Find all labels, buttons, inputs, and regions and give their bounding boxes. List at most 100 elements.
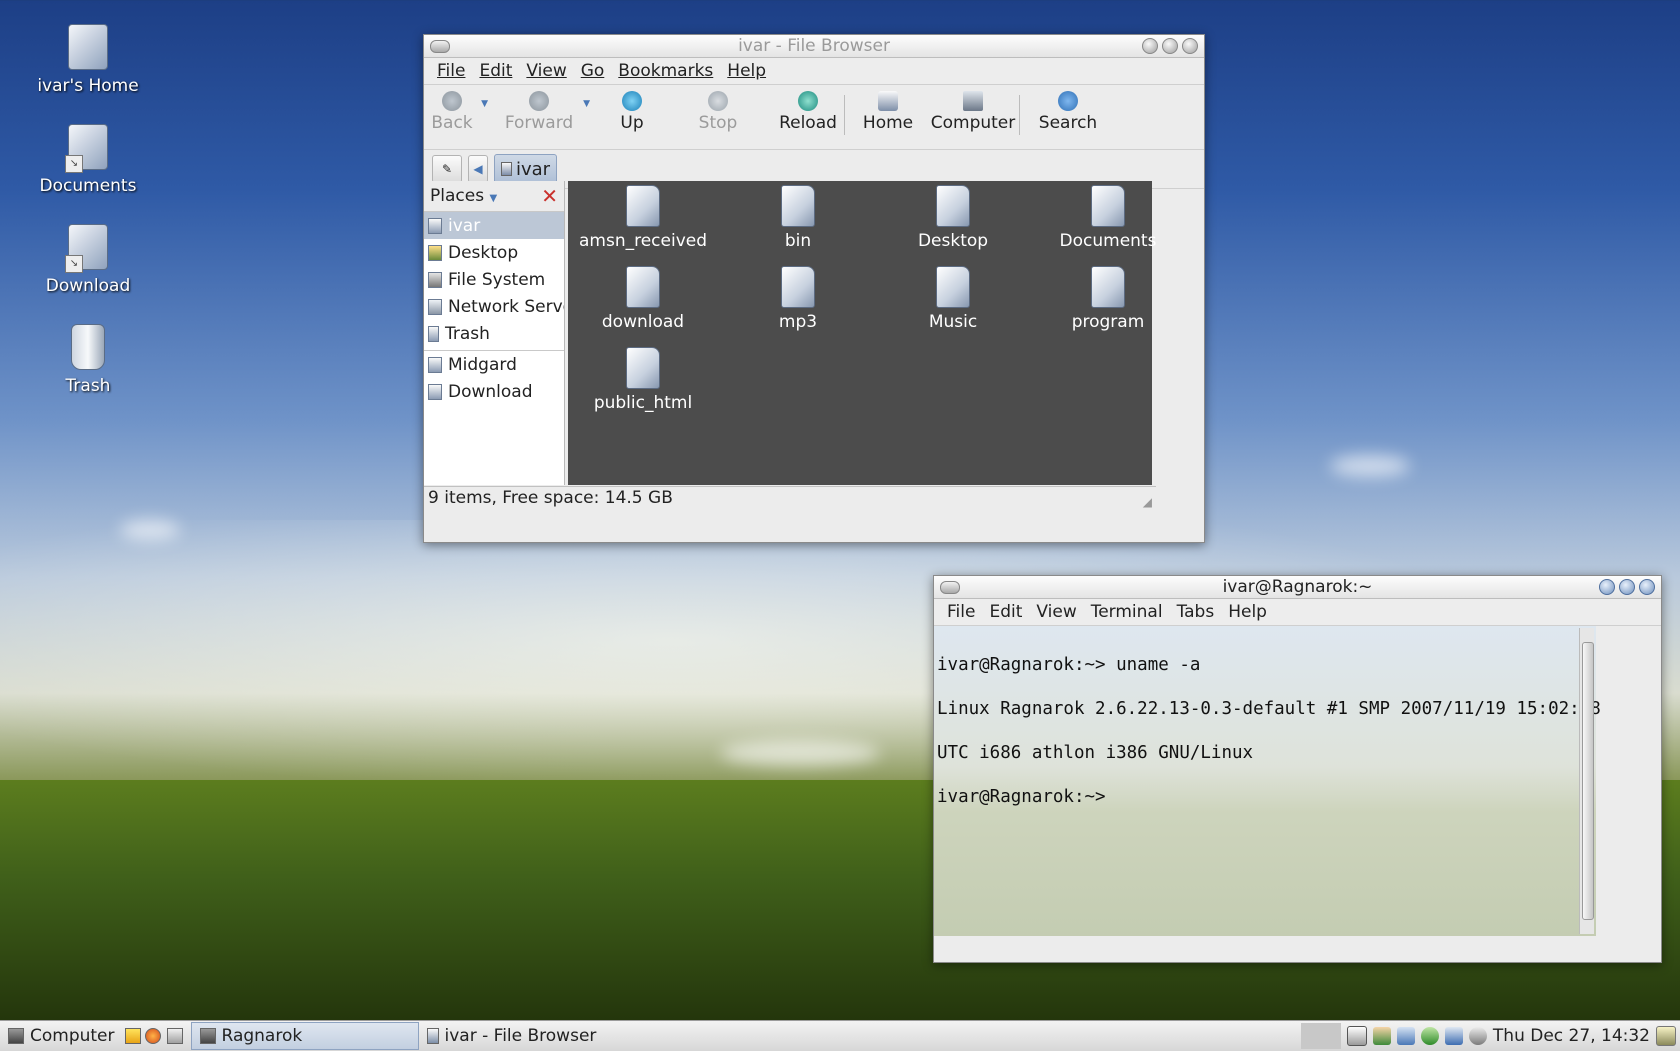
close-button[interactable] [1639, 579, 1655, 595]
desktop-icon [428, 244, 442, 261]
notification-icon[interactable] [1656, 1026, 1676, 1046]
menu-view[interactable]: View [519, 61, 573, 81]
menu-file[interactable]: File [940, 602, 982, 622]
minimize-button[interactable] [1142, 38, 1158, 54]
file-browser-titlebar[interactable]: ivar - File Browser [424, 35, 1204, 58]
workspace-switcher[interactable] [1300, 1023, 1341, 1049]
update-icon[interactable] [1396, 1027, 1415, 1045]
up-button[interactable]: Up [612, 91, 652, 133]
terminal-icon [199, 1028, 216, 1044]
file-item[interactable]: bin [723, 185, 873, 251]
back-button[interactable]: Back ▼ [431, 91, 488, 133]
search-button[interactable]: Search [1038, 91, 1098, 133]
sidebar-item-file-system[interactable]: File System [424, 266, 564, 293]
desktop-icon-documents[interactable]: ↘ Documents [28, 124, 148, 196]
terminal-titlebar[interactable]: ivar@Ragnarok:~ [934, 576, 1661, 599]
mail-launcher-icon[interactable] [166, 1028, 183, 1044]
file-browser-menubar: File Edit View Go Bookmarks Help [424, 58, 1204, 85]
close-button[interactable] [1182, 38, 1198, 54]
task-label: ivar - File Browser [444, 1026, 597, 1046]
maximize-button[interactable] [1162, 38, 1178, 54]
chevron-down-icon[interactable]: ▼ [481, 99, 488, 109]
network-manager-icon[interactable] [1420, 1027, 1439, 1045]
desktop-icon-home[interactable]: ivar's Home [28, 24, 148, 96]
places-label: Places [430, 186, 485, 206]
menu-view[interactable]: View [1029, 602, 1083, 622]
file-browser-window: ivar - File Browser File Edit View Go Bo… [423, 34, 1205, 543]
menu-help[interactable]: Help [720, 61, 773, 81]
folder-link-icon: ↘ [65, 224, 108, 273]
terminal-scrollbar[interactable] [1579, 628, 1594, 934]
reload-button[interactable]: Reload [778, 91, 838, 133]
clock[interactable]: Thu Dec 27, 14:32 [1493, 1026, 1650, 1046]
desktop-icon-download[interactable]: ↘ Download [28, 224, 148, 296]
forward-button[interactable]: Forward ▼ [504, 91, 590, 133]
sidebar-item-label: Network Servers [448, 296, 564, 317]
home-button[interactable]: Home [863, 91, 913, 133]
chevron-left-icon: ◀ [473, 162, 483, 176]
volume-icon[interactable] [1468, 1027, 1487, 1045]
folder-link-icon: ↘ [65, 124, 108, 173]
toggle-location-entry-button[interactable]: ✎ [432, 155, 462, 183]
terminal-output[interactable]: ivar@Ragnarok:~> uname -a Linux Ragnarok… [934, 626, 1601, 936]
computer-button[interactable]: Computer [931, 91, 1015, 133]
stop-button[interactable]: Stop [698, 91, 738, 133]
edit-icon: ✎ [441, 162, 453, 176]
terminal-window: ivar@Ragnarok:~ File Edit View Terminal … [933, 575, 1662, 963]
places-dropdown[interactable]: Places ▼ [430, 186, 497, 206]
file-item[interactable]: download [568, 266, 718, 332]
search-icon [1058, 91, 1078, 111]
file-item[interactable]: Desktop [878, 185, 1028, 251]
file-item[interactable]: amsn_received [568, 185, 718, 251]
file-item-label: public_html [593, 393, 693, 413]
signal-strength-icon[interactable] [1444, 1027, 1463, 1045]
computer-menu-button[interactable]: Computer [0, 1023, 123, 1049]
file-item[interactable]: program [1033, 266, 1183, 332]
window-menu-button[interactable] [940, 581, 960, 594]
menu-terminal[interactable]: Terminal [1084, 602, 1170, 622]
window-menu-button[interactable] [430, 40, 450, 53]
folder-icon [1091, 266, 1125, 308]
stop-label: Stop [698, 113, 738, 133]
firefox-launcher-icon[interactable] [144, 1028, 161, 1044]
task-ragnarok[interactable]: Ragnarok [190, 1022, 419, 1050]
places-sidebar: Places ▼ ✕ ivar Desktop File System Netw… [424, 181, 565, 485]
file-item[interactable]: Documents [1033, 185, 1183, 251]
menu-bookmarks[interactable]: Bookmarks [611, 61, 720, 81]
sidebar-item-trash[interactable]: Trash [424, 320, 564, 347]
file-item-label: Music [928, 312, 978, 332]
folder-icon [1091, 185, 1125, 227]
menu-tabs[interactable]: Tabs [1170, 602, 1222, 622]
taskbar: Computer Ragnarok ivar - File Browser Th… [0, 1020, 1680, 1051]
sidebar-item-download[interactable]: Download [424, 378, 564, 405]
task-file-browser[interactable]: ivar - File Browser [419, 1023, 605, 1049]
drive-icon [428, 271, 442, 288]
menu-go[interactable]: Go [574, 61, 612, 81]
resize-grip-icon[interactable]: ◢ [1143, 491, 1152, 513]
minimize-button[interactable] [1599, 579, 1615, 595]
home-folder-icon [68, 24, 108, 70]
maximize-button[interactable] [1619, 579, 1635, 595]
notes-launcher-icon[interactable] [124, 1028, 141, 1044]
file-item[interactable]: mp3 [723, 266, 873, 332]
chevron-down-icon[interactable]: ▼ [583, 99, 590, 109]
menu-edit[interactable]: Edit [982, 602, 1029, 622]
scrollbar-thumb[interactable] [1582, 642, 1594, 920]
sidebar-item-desktop[interactable]: Desktop [424, 239, 564, 266]
sidebar-item-ivar[interactable]: ivar [424, 212, 564, 239]
menu-help[interactable]: Help [1221, 602, 1274, 622]
menu-file[interactable]: File [430, 61, 472, 81]
file-item[interactable]: public_html [568, 347, 718, 413]
sidebar-item-network-servers[interactable]: Network Servers [424, 293, 564, 320]
file-item[interactable]: Music [878, 266, 1028, 332]
path-scroll-left-button[interactable]: ◀ [468, 155, 488, 183]
sidebar-item-midgard[interactable]: Midgard [424, 350, 564, 378]
breadcrumb[interactable]: ivar [494, 154, 558, 184]
user-icon[interactable] [1372, 1027, 1391, 1045]
show-desktop-icon[interactable] [1346, 1026, 1367, 1046]
menu-edit[interactable]: Edit [472, 61, 519, 81]
close-icon[interactable]: ✕ [541, 184, 558, 208]
window-title: ivar - File Browser [738, 36, 890, 56]
desktop-icon-trash[interactable]: Trash [28, 324, 148, 396]
status-bar: 9 items, Free space: 14.5 GB ◢ [424, 486, 1156, 509]
